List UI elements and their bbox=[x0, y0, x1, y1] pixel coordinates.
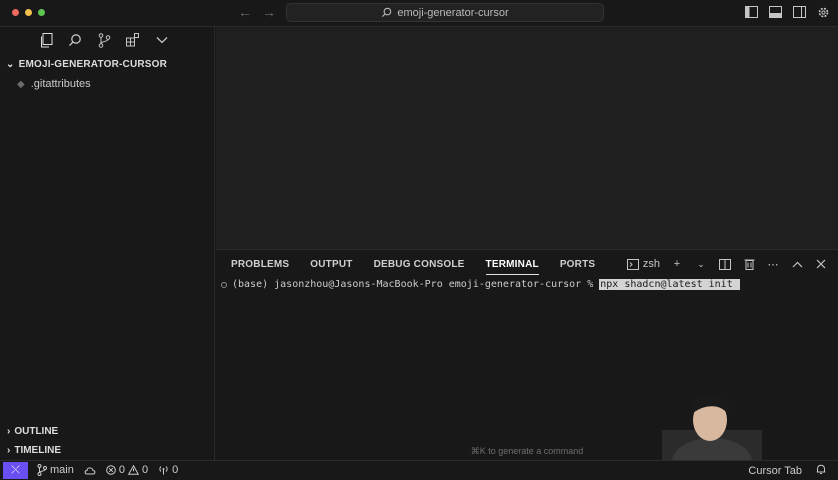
terminal-line[interactable]: (base) jasonzhou@Jasons-MacBook-Pro emoj… bbox=[221, 279, 740, 290]
explorer-files-icon[interactable] bbox=[38, 32, 54, 48]
sync-icon[interactable] bbox=[84, 466, 96, 475]
search-icon[interactable] bbox=[67, 32, 83, 48]
chevron-down-icon: ⌄ bbox=[6, 59, 15, 70]
outline-label: OUTLINE bbox=[14, 426, 59, 437]
split-terminal-icon[interactable] bbox=[718, 257, 732, 271]
maximize-panel-chevron-up-icon[interactable] bbox=[790, 257, 804, 271]
remote-window-button[interactable]: ⤬ bbox=[3, 462, 28, 479]
git-file-icon: ◆ bbox=[17, 78, 25, 90]
close-panel-icon[interactable] bbox=[814, 257, 828, 271]
search-box-text: emoji-generator-cursor bbox=[397, 6, 509, 19]
terminal-icon bbox=[626, 258, 639, 270]
git-branch-icon bbox=[37, 464, 47, 476]
chevron-right-icon: › bbox=[7, 445, 11, 456]
tab-problems[interactable]: PROBLEMS bbox=[231, 259, 289, 275]
status-bar: ⤬ main 0 0 0 Cursor Tab bbox=[0, 460, 838, 480]
primary-sidebar: ⌄ EMOJI-GENERATOR-CURSOR ◆ .gitattribute… bbox=[0, 27, 215, 460]
new-terminal-plus-icon[interactable]: + bbox=[670, 257, 684, 271]
outline-section[interactable]: › OUTLINE bbox=[7, 426, 58, 437]
navigation-arrows: ← → bbox=[238, 4, 276, 20]
panel-tabs: PROBLEMS OUTPUT DEBUG CONSOLE TERMINAL P… bbox=[231, 259, 595, 275]
window-controls bbox=[12, 9, 45, 16]
tab-ports[interactable]: PORTS bbox=[560, 259, 595, 275]
broadcast-antenna-icon bbox=[159, 466, 168, 475]
terminal-shell-selector[interactable]: zsh bbox=[626, 258, 660, 270]
forward-arrow-icon[interactable]: → bbox=[262, 4, 276, 20]
notifications-bell-icon[interactable] bbox=[816, 464, 826, 478]
ports-count: 0 bbox=[172, 464, 179, 476]
more-views-chevron-down-icon[interactable] bbox=[154, 32, 170, 48]
minimize-window-button[interactable] bbox=[25, 9, 32, 16]
back-arrow-icon[interactable]: ← bbox=[238, 4, 252, 20]
problems-indicator[interactable]: 0 0 bbox=[106, 464, 148, 476]
title-bar: ← → emoji-generator-cursor bbox=[0, 0, 838, 27]
command-status-circle-icon bbox=[221, 281, 227, 288]
tab-terminal[interactable]: TERMINAL bbox=[485, 259, 539, 275]
error-circle-icon bbox=[106, 465, 116, 475]
panel-actions: zsh + ⌄ ⋯ bbox=[626, 257, 828, 271]
tab-output[interactable]: OUTPUT bbox=[310, 259, 352, 275]
ports-indicator[interactable]: 0 bbox=[158, 464, 178, 476]
terminal-command-selected: npx shadcn@latest init bbox=[599, 279, 740, 290]
toggle-secondary-sidebar-icon[interactable] bbox=[792, 5, 806, 19]
extensions-icon[interactable] bbox=[125, 32, 141, 48]
root-folder-label: EMOJI-GENERATOR-CURSOR bbox=[18, 59, 168, 70]
search-icon bbox=[382, 7, 392, 18]
remote-connection-icon: ⤬ bbox=[11, 464, 20, 476]
activity-bar bbox=[38, 32, 170, 48]
status-right: Cursor Tab bbox=[748, 464, 826, 478]
file-item[interactable]: ◆ .gitattributes bbox=[17, 78, 91, 90]
editor-area[interactable] bbox=[216, 27, 838, 249]
warning-count: 0 bbox=[141, 464, 149, 476]
status-left: main 0 0 0 bbox=[37, 464, 178, 476]
explorer-root-folder[interactable]: ⌄ EMOJI-GENERATOR-CURSOR bbox=[6, 59, 167, 70]
chevron-right-icon: › bbox=[7, 426, 11, 437]
cursor-tab-status[interactable]: Cursor Tab bbox=[748, 465, 802, 477]
presenter-webcam-overlay bbox=[662, 390, 762, 460]
terminal-dropdown-chevron-icon[interactable]: ⌄ bbox=[694, 257, 708, 271]
terminal-prompt: (base) jasonzhou@Jasons-MacBook-Pro emoj… bbox=[232, 279, 600, 290]
source-control-icon[interactable] bbox=[96, 32, 112, 48]
kill-terminal-trash-icon[interactable] bbox=[742, 257, 756, 271]
tab-debug-console[interactable]: DEBUG CONSOLE bbox=[374, 259, 465, 275]
shell-name: zsh bbox=[642, 258, 660, 270]
warning-triangle-icon bbox=[127, 465, 139, 475]
maximize-window-button[interactable] bbox=[38, 9, 45, 16]
error-count: 0 bbox=[118, 464, 125, 476]
branch-name: main bbox=[50, 464, 74, 476]
toggle-primary-sidebar-icon[interactable] bbox=[744, 5, 758, 19]
timeline-section[interactable]: › TIMELINE bbox=[7, 445, 61, 456]
close-window-button[interactable] bbox=[12, 9, 19, 16]
settings-gear-icon[interactable] bbox=[816, 5, 830, 19]
branch-indicator[interactable]: main bbox=[37, 464, 74, 476]
file-name: .gitattributes bbox=[30, 78, 91, 90]
command-center-search[interactable]: emoji-generator-cursor bbox=[286, 3, 604, 22]
timeline-label: TIMELINE bbox=[14, 445, 62, 456]
more-actions-ellipsis-icon[interactable]: ⋯ bbox=[766, 257, 780, 271]
toggle-panel-icon[interactable] bbox=[768, 5, 782, 19]
layout-controls bbox=[744, 5, 830, 19]
